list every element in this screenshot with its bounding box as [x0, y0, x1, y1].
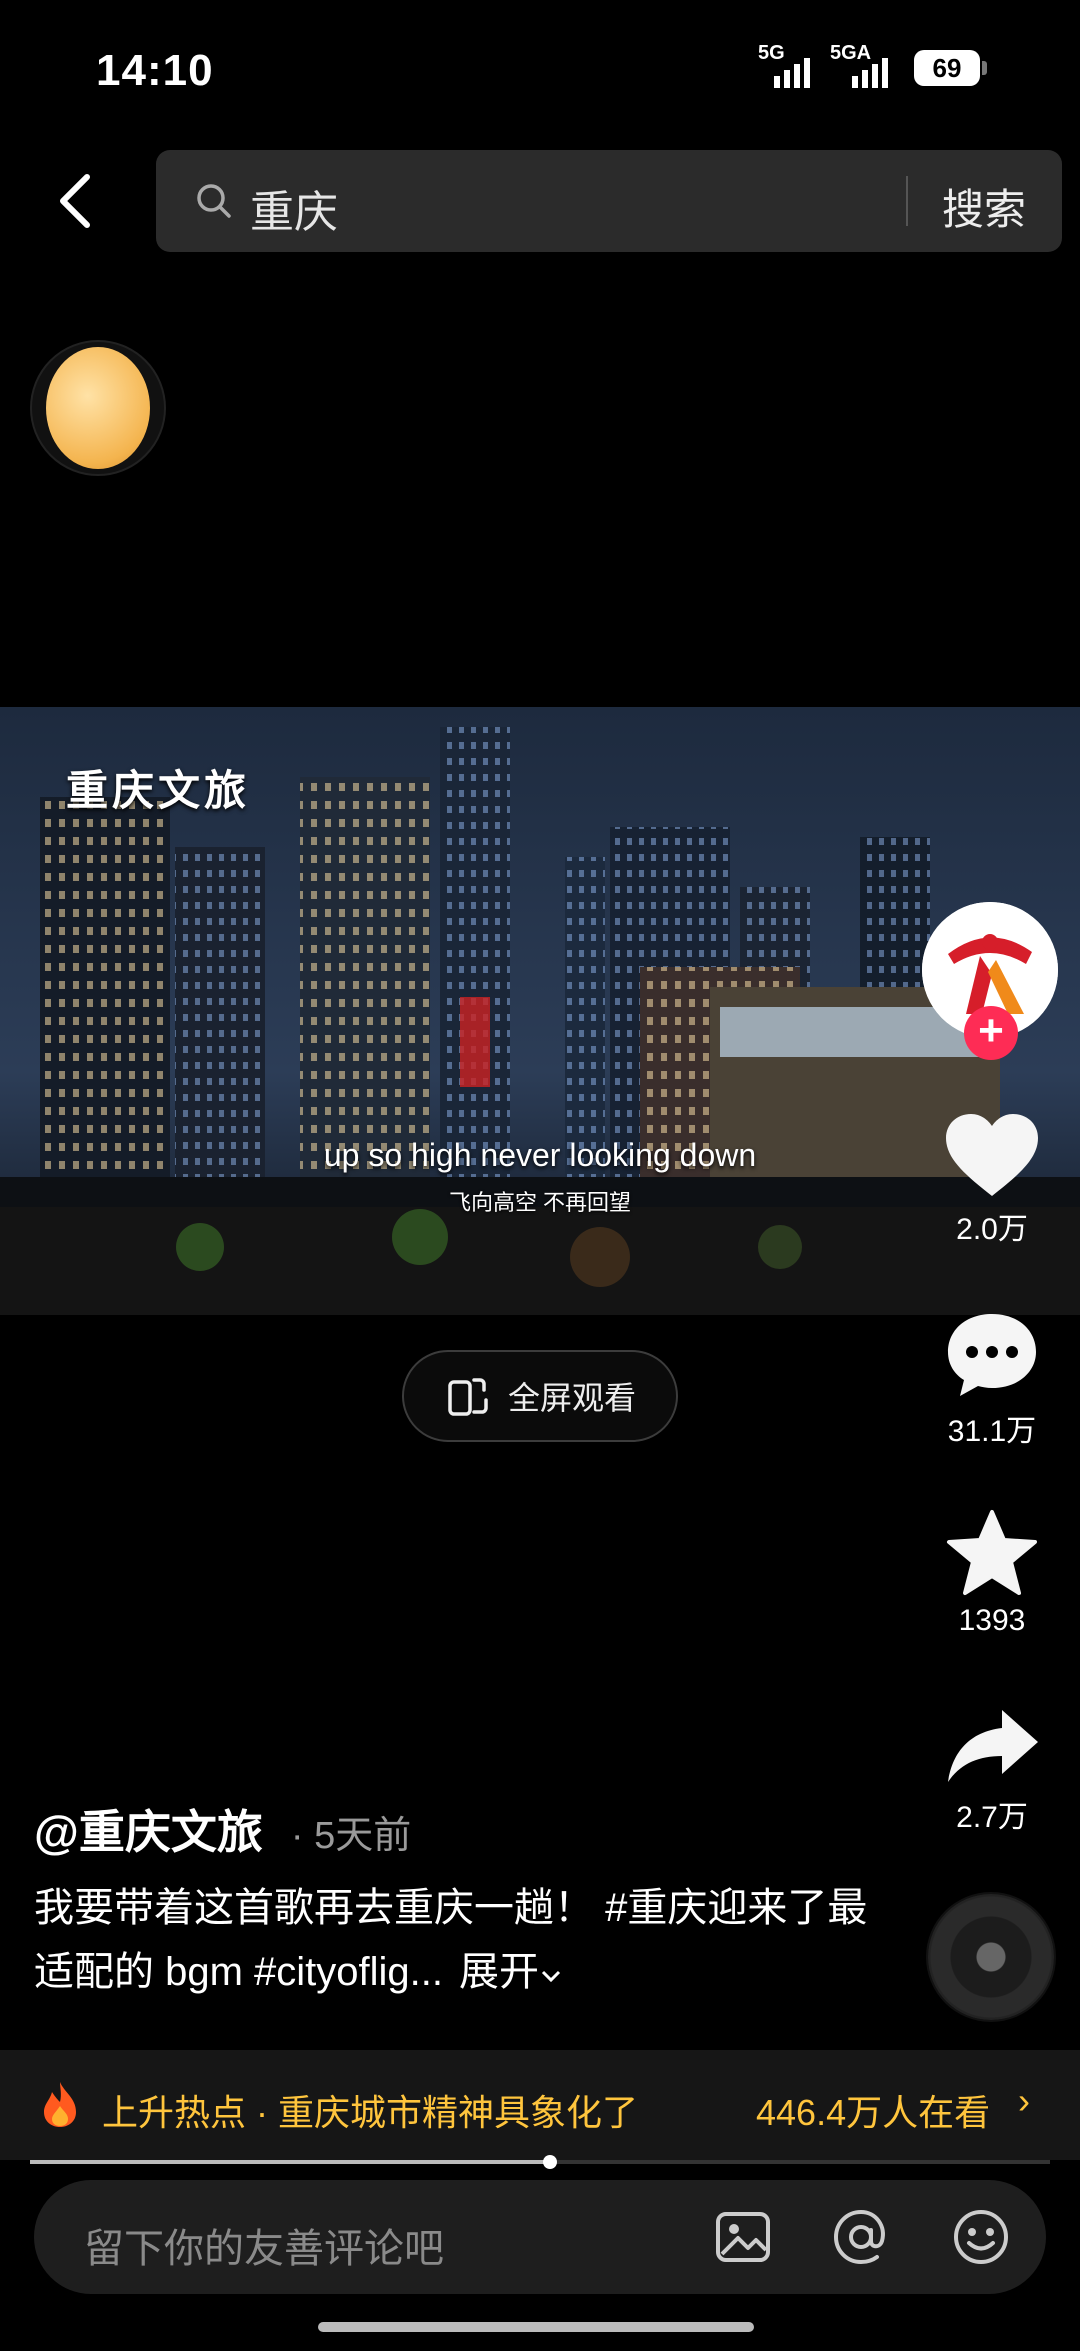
chevron-down-icon [541, 1970, 561, 1983]
like-count: 2.0万 [956, 1213, 1028, 1246]
video-watermark: 重庆文旅 [66, 766, 251, 815]
star-icon [947, 1510, 1037, 1595]
post-caption: 我要带着这首歌再去重庆一趟！ #重庆迎来了最适配的 bgm #cityoflig… [34, 1876, 894, 2004]
comment-input[interactable]: 留下你的友善评论吧 [34, 2180, 1046, 2294]
comment-button[interactable]: 31.1万 [920, 1310, 1064, 1450]
expand-link[interactable]: 展开 [459, 1950, 563, 1994]
fire-icon [44, 2082, 76, 2127]
hot-topic-label: 上升热点 · 重庆城市精神具象化了 [102, 2092, 638, 2133]
caption-text: 我要带着这首歌再去重庆一趟！ #重庆迎来了最适配的 bgm #cityoflig… [34, 1886, 868, 1994]
back-icon [60, 174, 90, 228]
signal-5ga-icon: 5GA [830, 42, 900, 90]
like-button[interactable]: 2.0万 [920, 1112, 1064, 1248]
author-name[interactable]: @重庆文旅 [34, 1796, 263, 1862]
favorite-count: 1393 [958, 1604, 1026, 1637]
image-icon[interactable] [714, 2208, 772, 2266]
search-divider [906, 176, 908, 226]
search-bar[interactable]: 重庆 搜索 [156, 150, 1062, 252]
comment-icon [948, 1314, 1036, 1396]
share-count: 2.7万 [956, 1801, 1028, 1834]
signal-5g-icon: 5G [758, 42, 816, 90]
at-icon[interactable] [832, 2208, 890, 2266]
search-input[interactable]: 重庆 [250, 176, 338, 240]
music-disc[interactable] [928, 1894, 1054, 2020]
status-icons: 5G 5GA 69 [758, 42, 987, 90]
favorite-button[interactable]: 1393 [920, 1508, 1064, 1638]
follow-button[interactable]: + [964, 1006, 1018, 1060]
hot-topic-viewers: 446.4万人在看 [756, 2092, 991, 2133]
video-progress-bar[interactable] [30, 2155, 1050, 2169]
subtitle-chinese: 飞向高空 不再回望 [448, 1190, 632, 1215]
fullscreen-label: 全屏观看 [507, 1380, 636, 1416]
battery-icon: 69 [914, 50, 987, 86]
comment-placeholder: 留下你的友善评论吧 [84, 2227, 444, 2271]
author-line: @重庆文旅 · 5天前 [34, 1796, 411, 1862]
status-time: 14:10 [96, 46, 214, 95]
avatar[interactable] [30, 340, 166, 476]
search-icon [197, 184, 231, 218]
share-icon [948, 1710, 1038, 1782]
progress-fill [30, 2160, 551, 2164]
fullscreen-button[interactable]: 全屏观看 [402, 1350, 678, 1442]
rotate-phone-icon [448, 1378, 488, 1416]
emoji-icon[interactable] [952, 2208, 1010, 2266]
video-player[interactable]: 重庆文旅 up so high never looking down 飞向高空 … [0, 707, 1080, 1315]
share-button[interactable]: 2.7万 [920, 1706, 1064, 1836]
status-bar: 14:10 5G 5GA 69 [0, 0, 1080, 140]
back-button[interactable] [50, 168, 100, 234]
home-indicator[interactable] [318, 2322, 754, 2332]
heart-icon [946, 1114, 1038, 1196]
subtitle-english: up so high never looking down [323, 1137, 757, 1173]
chevron-right-icon: › [1018, 2080, 1030, 2121]
comment-count: 31.1万 [947, 1415, 1037, 1448]
post-time: · 5天前 [290, 1815, 412, 1857]
search-button[interactable]: 搜索 [942, 176, 1026, 237]
hot-topic-bar[interactable]: 上升热点 · 重庆城市精神具象化了 446.4万人在看 › [0, 2050, 1080, 2160]
progress-handle[interactable] [543, 2155, 558, 2169]
